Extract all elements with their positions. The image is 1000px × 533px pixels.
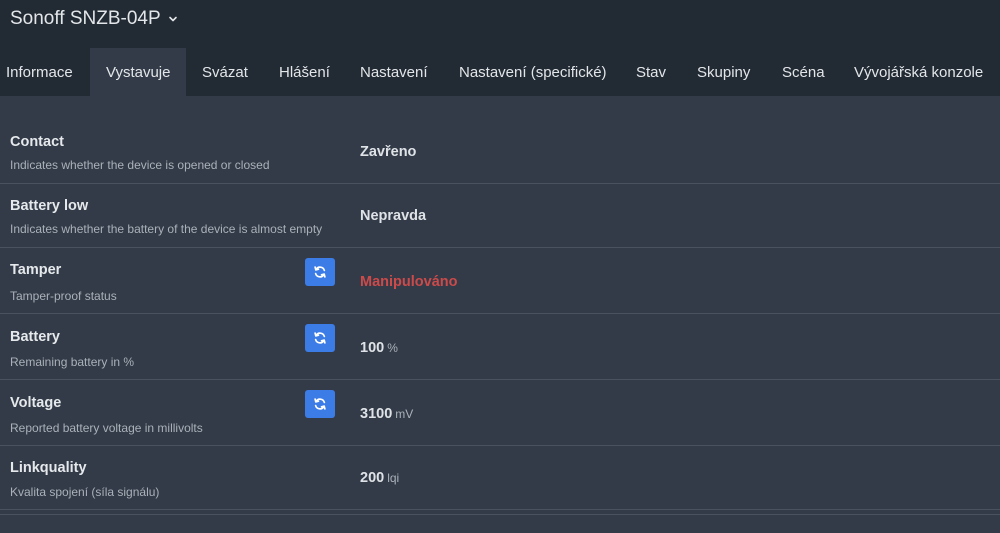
device-name: Sonoff SNZB-04P bbox=[10, 8, 161, 29]
expose-row-battery-low: Battery low Indicates whether the batter… bbox=[0, 184, 1000, 248]
tab-vystavuje[interactable]: Vystavuje bbox=[90, 48, 186, 96]
expose-row-linkquality: Linkquality Kvalita spojení (síla signál… bbox=[0, 446, 1000, 510]
expose-value: 200 lqi bbox=[360, 470, 400, 486]
expose-unit: mV bbox=[395, 407, 414, 421]
list-bottom-divider bbox=[0, 514, 1000, 515]
expose-label: Battery low bbox=[10, 198, 89, 214]
expose-description: Indicates whether the battery of the dev… bbox=[10, 222, 323, 236]
expose-unit: % bbox=[387, 341, 398, 355]
refresh-icon bbox=[314, 332, 326, 344]
expose-description: Tamper-proof status bbox=[10, 289, 117, 303]
chevron-down-icon bbox=[168, 16, 177, 22]
expose-value: 100% bbox=[360, 340, 398, 356]
refresh-icon bbox=[314, 398, 326, 410]
tab-hlaseni[interactable]: Hlášení bbox=[263, 48, 344, 96]
expose-value: 3100 mV bbox=[360, 406, 414, 422]
tab-stav[interactable]: Stav bbox=[620, 48, 681, 96]
tab-svazat[interactable]: Svázat bbox=[186, 48, 263, 96]
tab-nastaveni[interactable]: Nastavení bbox=[344, 48, 443, 96]
expose-unit: lqi bbox=[387, 471, 400, 485]
refresh-voltage-button[interactable] bbox=[305, 390, 335, 418]
tab-skupiny[interactable]: Skupiny bbox=[681, 48, 766, 96]
device-selector[interactable]: Sonoff SNZB-04P bbox=[10, 6, 178, 32]
expose-label: Linkquality bbox=[10, 460, 87, 476]
expose-value: Nepravda bbox=[360, 208, 427, 224]
expose-label: Voltage bbox=[10, 395, 62, 411]
expose-description: Reported battery voltage in millivolts bbox=[10, 421, 203, 435]
expose-row-battery: Battery Remaining battery in % 100% bbox=[0, 314, 1000, 380]
expose-description: Remaining battery in % bbox=[10, 355, 135, 369]
expose-row-voltage: Voltage Reported battery voltage in mill… bbox=[0, 380, 1000, 446]
expose-value: Zavřeno bbox=[360, 144, 417, 160]
expose-label: Contact bbox=[10, 134, 64, 150]
tab-informace[interactable]: Informace bbox=[0, 48, 90, 96]
tab-nastaveni-specificke[interactable]: Nastavení (specifické) bbox=[443, 48, 620, 96]
tab-scena[interactable]: Scéna bbox=[766, 48, 838, 96]
expose-row-tamper: Tamper Tamper-proof status Manipulováno bbox=[0, 248, 1000, 314]
expose-value: Manipulováno bbox=[360, 274, 458, 290]
exposes-list: Contact Indicates whether the device is … bbox=[0, 118, 1000, 510]
expose-description: Kvalita spojení (síla signálu) bbox=[10, 485, 160, 499]
expose-label: Tamper bbox=[10, 262, 62, 278]
refresh-tamper-button[interactable] bbox=[305, 258, 335, 286]
expose-label: Battery bbox=[10, 329, 60, 345]
expose-row-contact: Contact Indicates whether the device is … bbox=[0, 118, 1000, 184]
expose-description: Indicates whether the device is opened o… bbox=[10, 158, 270, 172]
tab-vyvojarska-konzole[interactable]: Vývojářská konzole bbox=[838, 48, 1000, 96]
refresh-battery-button[interactable] bbox=[305, 324, 335, 352]
top-navbar: Sonoff SNZB-04P Informace Vystavuje Sváz… bbox=[0, 0, 1000, 96]
refresh-icon bbox=[314, 266, 326, 278]
device-tabs: Informace Vystavuje Svázat Hlášení Nasta… bbox=[0, 48, 1000, 96]
